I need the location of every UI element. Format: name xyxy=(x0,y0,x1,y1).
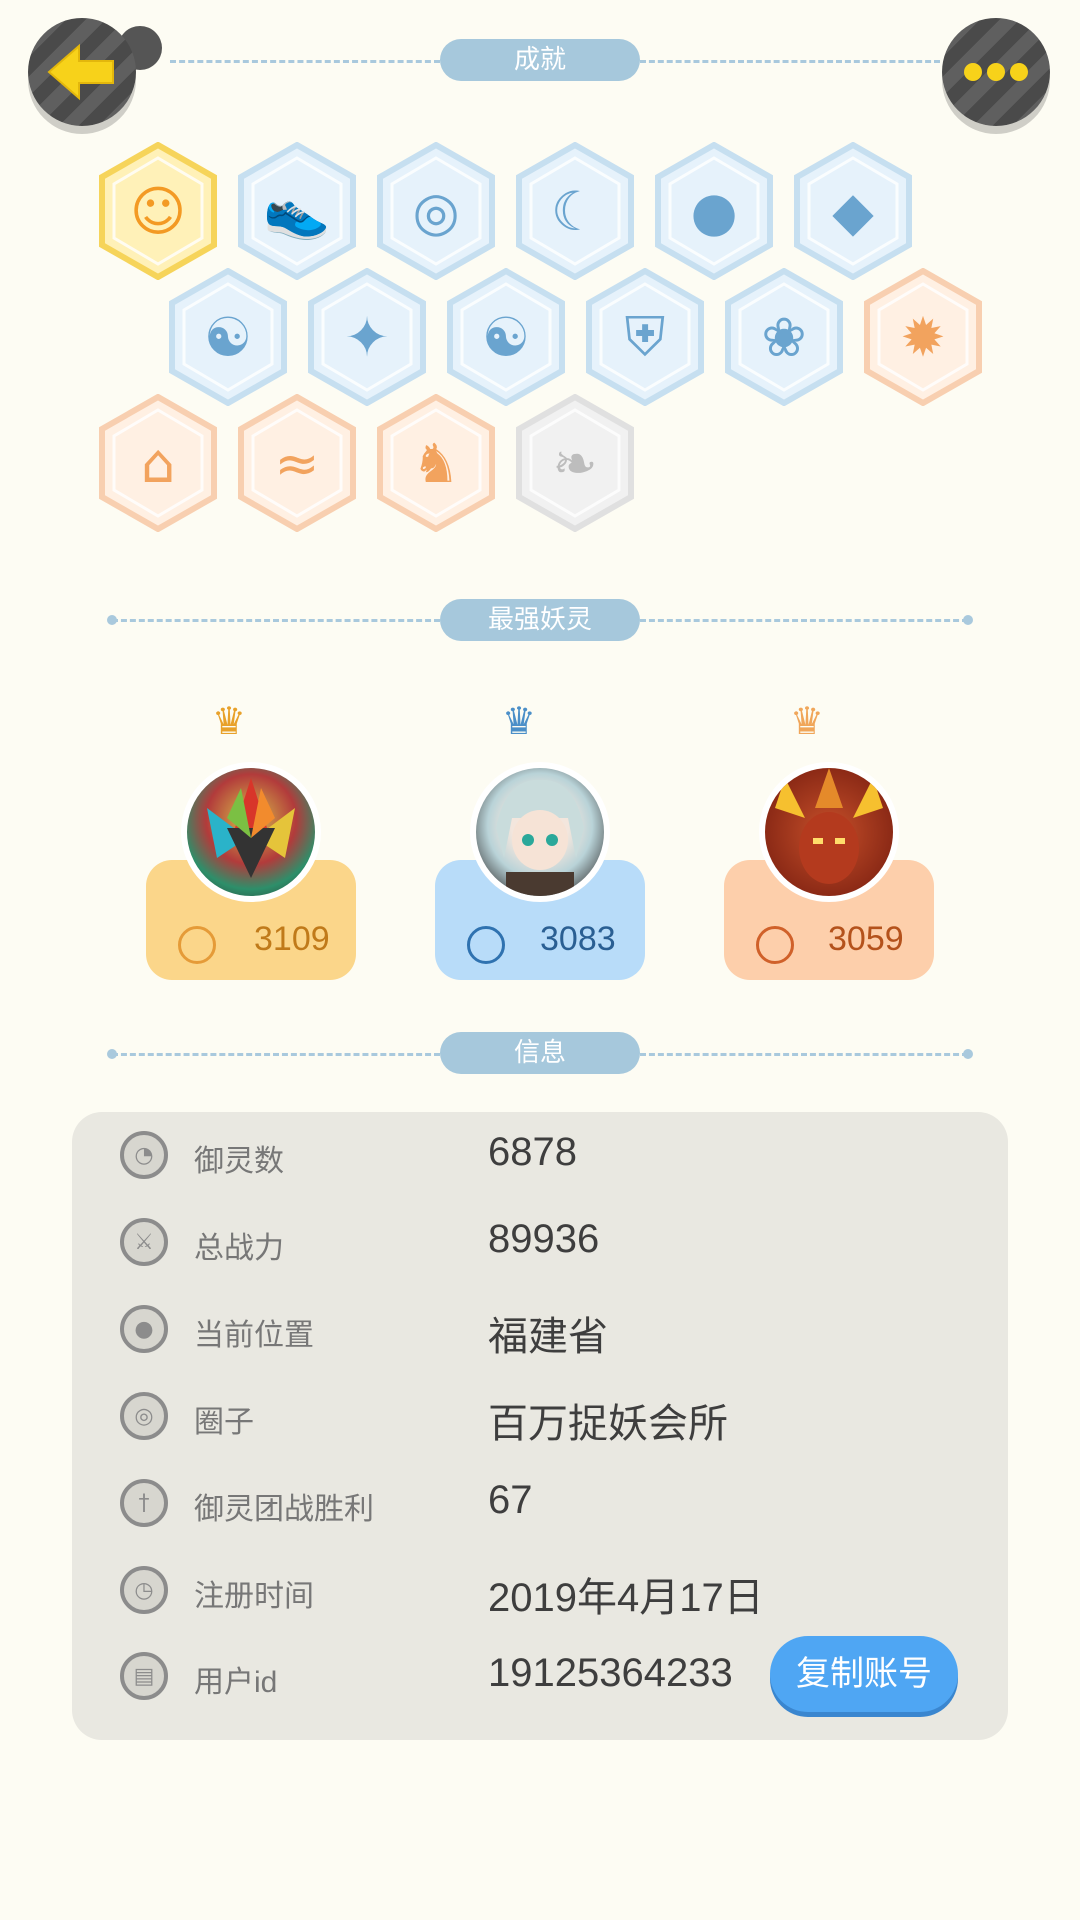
cat-head-icon: ◔ xyxy=(120,1131,168,1179)
shield-scroll-icon: ⛨ xyxy=(624,305,666,368)
section-dot xyxy=(963,615,973,625)
info-value: 89936 xyxy=(488,1217,600,1261)
achievement-badge[interactable]: ☾ xyxy=(515,142,635,280)
info-label: 御灵数 xyxy=(194,1145,284,1178)
achievement-badge[interactable]: ☺ xyxy=(98,142,218,280)
sword-icon xyxy=(756,926,794,964)
info-label: 用户id xyxy=(194,1666,278,1699)
info-value: 2019年4月17日 xyxy=(488,1576,764,1620)
id-card-icon: ▤ xyxy=(120,1652,168,1700)
gem-crystal-icon: ◆ xyxy=(832,179,874,243)
achievement-badge[interactable]: ✦ xyxy=(307,268,427,406)
monster-power: 3083 xyxy=(540,920,616,958)
blue-crown-icon: ♛ xyxy=(501,699,537,743)
yin-yang-card-icon: ☯ xyxy=(481,305,531,369)
info-value: 百万捉妖会所 xyxy=(488,1402,728,1446)
more-dots-icon xyxy=(964,63,1028,81)
orange-cat-face-icon: ☺ xyxy=(129,179,187,243)
cat-stroller-icon: ⌂ xyxy=(140,431,176,495)
achievement-badge[interactable]: ● xyxy=(654,142,774,280)
clock-icon: ◷ xyxy=(120,1566,168,1614)
moon-planet-icon: ☾ xyxy=(550,179,600,243)
circle-target-icon: ◎ xyxy=(120,1392,168,1440)
gold-crown-icon: ♛ xyxy=(211,699,247,743)
achievement-badge[interactable]: ◎ xyxy=(376,142,496,280)
section-divider-right xyxy=(640,60,940,63)
achievement-badge[interactable]: ♞ xyxy=(376,394,496,532)
sword-icon: ⚔ xyxy=(120,1218,168,1266)
achievement-badge[interactable]: ≈ xyxy=(237,394,357,532)
monster-power: 3109 xyxy=(254,920,330,958)
info-label: 注册时间 xyxy=(194,1580,314,1613)
achievement-badge[interactable]: 👟 xyxy=(237,142,357,280)
fire-spirit-icon: ✹ xyxy=(900,305,946,369)
achievement-badge[interactable]: ◆ xyxy=(793,142,913,280)
monster-avatar xyxy=(759,762,899,902)
dagger-icon: † xyxy=(120,1479,168,1527)
monster-power: 3059 xyxy=(828,920,904,958)
info-label: 总战力 xyxy=(194,1232,284,1265)
sword-icon xyxy=(467,926,505,964)
wolf-book-icon: ❧ xyxy=(552,431,598,495)
achievements-title: 成就 xyxy=(440,39,640,81)
achievement-badge[interactable]: ☯ xyxy=(168,268,288,406)
section-divider-right xyxy=(640,1053,968,1056)
crystal-ball-icon: ● xyxy=(690,179,738,243)
info-label: 圈子 xyxy=(194,1406,254,1439)
info-value: 67 xyxy=(488,1478,533,1522)
info-label: 御灵团战胜利 xyxy=(194,1493,374,1526)
target-signpost-icon: ◎ xyxy=(412,179,460,243)
orange-crown-icon: ♛ xyxy=(789,699,825,743)
section-divider-left xyxy=(112,619,440,622)
koi-fish-icon: ≈ xyxy=(274,431,320,495)
monster-avatar xyxy=(470,762,610,902)
back-button[interactable] xyxy=(28,18,136,126)
strongest-monsters-title: 最强妖灵 xyxy=(440,599,640,641)
info-title: 信息 xyxy=(440,1032,640,1074)
section-dot xyxy=(963,1049,973,1059)
horned-monster-icon: ♞ xyxy=(411,431,461,495)
section-divider-left xyxy=(112,1053,440,1056)
info-value: 福建省 xyxy=(488,1315,608,1359)
section-divider-right xyxy=(640,619,968,622)
location-pin-icon: ● xyxy=(120,1305,168,1353)
section-divider-left xyxy=(170,60,440,63)
copy-account-button[interactable]: 复制账号 xyxy=(770,1636,958,1712)
achievement-badge[interactable]: ❀ xyxy=(724,268,844,406)
achievement-badge[interactable]: ✹ xyxy=(863,268,983,406)
achievement-badge[interactable]: ⌂ xyxy=(98,394,218,532)
sneaker-icon: 👟 xyxy=(263,179,331,242)
back-arrow-icon xyxy=(47,43,114,101)
more-options-button[interactable] xyxy=(942,18,1050,126)
achievement-badge[interactable]: ⛨ xyxy=(585,268,705,406)
cat-friends-icon: ❀ xyxy=(761,305,807,369)
monster-avatar xyxy=(181,762,321,902)
info-value: 6878 xyxy=(488,1130,577,1174)
achievement-badge[interactable]: ❧ xyxy=(515,394,635,532)
info-value: 19125364233 xyxy=(488,1651,733,1695)
sword-icon xyxy=(178,926,216,964)
info-label: 当前位置 xyxy=(194,1319,314,1352)
achievement-badge[interactable]: ☯ xyxy=(446,268,566,406)
yin-yang-wave-icon: ☯ xyxy=(203,305,253,369)
dancing-cat-icon: ✦ xyxy=(344,305,390,369)
